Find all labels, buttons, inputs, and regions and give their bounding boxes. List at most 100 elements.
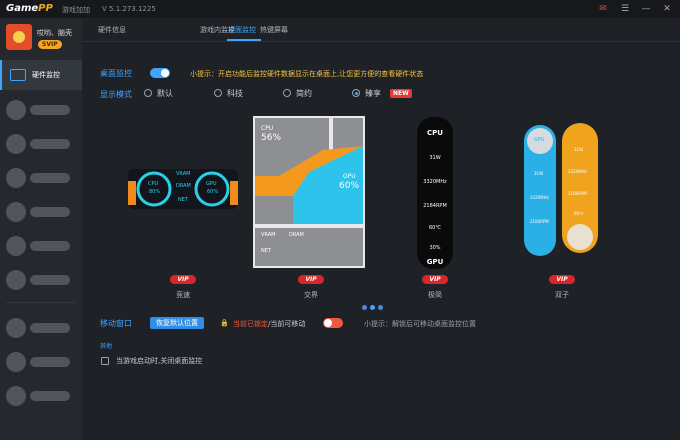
user-profile[interactable]: 哎哟、脑壳 SVIP [4, 22, 78, 52]
sidebar-item-placeholder[interactable] [6, 100, 76, 120]
close-on-game-start-label: 当游戏启动时,关闭桌面监控 [116, 357, 203, 365]
p1-net: NET [178, 197, 189, 203]
tab-bar: 硬件信息 桌面监控 游戏内监控 热键屏幕 [82, 18, 680, 42]
preview-twins[interactable]: GPU 31W 3320MHz 2184RPM 31W 3320MHz 2184… [524, 123, 598, 256]
p3-usage: 30% [429, 245, 441, 251]
p1-cpu-label: CPU [148, 181, 159, 187]
p2-dram: DRAM [289, 232, 304, 238]
radio-tech[interactable] [214, 89, 222, 97]
p4-right-fan: 2184RPM [568, 191, 587, 196]
sidebar: 哎哟、脑壳 SVIP 硬件监控 [0, 18, 82, 440]
radio-premium-label: 臻享 [365, 89, 381, 98]
p4-left-power: 31W [534, 171, 543, 176]
desktop-monitor-tip: 小提示：开启功能后监控硬件数据显示在桌面上,让您更方便的查看硬件状态 [190, 70, 424, 78]
vip-badge: VIP [549, 275, 575, 284]
mail-icon[interactable]: ✉ [598, 4, 608, 14]
carousel-dot-active[interactable] [370, 305, 375, 310]
preview-twins-name: 双子 [555, 291, 569, 299]
radio-tech-label: 科技 [227, 89, 243, 98]
sidebar-item-label: 硬件监控 [32, 71, 60, 79]
vip-badge: VIP [298, 275, 324, 284]
lock-icon: 🔒 [220, 319, 229, 327]
preview-racing[interactable]: CPU 80% GPU 60% VRAM DRAM NET [128, 163, 238, 215]
radio-simple-label: 简约 [296, 89, 312, 98]
tab-ingame-monitor[interactable]: 游戏内监控 [200, 25, 235, 35]
p1-cpu-value: 80% [149, 189, 160, 195]
close-on-game-start-checkbox[interactable] [101, 357, 109, 365]
p1-dram: DRAM [176, 183, 191, 189]
app-logo: GamePP [6, 3, 53, 14]
app-version: V 5.1.273.1225 [102, 5, 156, 13]
carousel-dot[interactable] [378, 305, 383, 310]
preview-minimal[interactable]: CPU 31W 3320MHz 2184RPM 60℃ 30% GPU [417, 117, 453, 269]
menu-icon[interactable]: ☰ [620, 4, 630, 14]
sidebar-item-hardware-monitor[interactable]: 硬件监控 [0, 60, 82, 90]
p3-temp: 60℃ [429, 225, 441, 231]
svip-badge: SVIP [38, 40, 62, 49]
preview-racing-name: 竞速 [176, 291, 190, 299]
preview-boundary-name: 交界 [304, 291, 318, 299]
desktop-monitor-toggle[interactable] [150, 68, 170, 78]
move-window-label: 移动窗口 [100, 319, 132, 328]
radio-premium[interactable] [352, 89, 360, 97]
lock-status: 当前已锁定/当前可移动 [233, 320, 306, 328]
p4-right-clock: 3320MHz [568, 169, 587, 174]
p2-cpu-label: CPU [261, 125, 273, 132]
tab-hotkey-screen[interactable]: 热键屏幕 [260, 25, 288, 35]
vip-badge: VIP [170, 275, 196, 284]
p3-clock: 3320MHz [423, 179, 447, 185]
radio-simple[interactable] [283, 89, 291, 97]
lock-toggle[interactable] [323, 318, 343, 328]
monitor-icon [10, 69, 26, 81]
p3-cpu-label: CPU [427, 129, 443, 137]
user-name: 哎哟、脑壳 [37, 29, 72, 37]
tab-hardware-info[interactable]: 硬件信息 [98, 25, 126, 35]
preview-minimal-name: 极简 [428, 291, 442, 299]
radio-default-label: 默认 [157, 89, 173, 98]
sidebar-item-placeholder[interactable] [6, 236, 76, 256]
sidebar-item-placeholder[interactable] [6, 386, 76, 406]
preview-racing-graphic: CPU 80% GPU 60% VRAM DRAM NET [128, 169, 238, 209]
p3-power: 31W [429, 155, 441, 161]
sidebar-item-placeholder[interactable] [6, 318, 76, 338]
sidebar-item-placeholder[interactable] [6, 134, 76, 154]
p4-right-temp: 60℃ [574, 211, 584, 216]
sidebar-item-placeholder[interactable] [6, 352, 76, 372]
p1-gpu-value: 60% [207, 189, 218, 195]
new-badge: NEW [390, 89, 412, 98]
preview-boundary-graphic: CPU 56% GPU 60% VRAM DRAM NET [253, 116, 365, 268]
p1-gpu-label: GPU [206, 181, 217, 187]
p4-left-clock: 3320MHz [530, 195, 549, 200]
carousel-dot[interactable] [362, 305, 367, 310]
sidebar-item-placeholder[interactable] [6, 168, 76, 188]
p3-gpu-label: GPU [426, 258, 444, 266]
sidebar-item-placeholder[interactable] [6, 270, 76, 290]
p1-vram: VRAM [176, 171, 190, 177]
display-mode-label: 显示模式 [100, 90, 132, 99]
desktop-monitor-label: 桌面监控 [100, 69, 132, 78]
other-label: 其他 [100, 343, 113, 350]
p4-right-power: 31W [574, 147, 583, 152]
app-subtitle: 游戏加加 [62, 6, 90, 14]
avatar [6, 24, 32, 50]
p2-gpu-label: GPU [343, 173, 356, 180]
p2-gpu-value: 60% [339, 181, 359, 191]
p3-fan: 2184RPM [423, 203, 447, 209]
p4-gpu-label: GPU [534, 137, 545, 143]
minimize-icon[interactable]: — [641, 4, 651, 14]
radio-default[interactable] [144, 89, 152, 97]
move-window-tip: 小提示：解锁后可移动桌面监控位置 [364, 320, 476, 328]
p2-net: NET [261, 248, 272, 254]
sidebar-item-placeholder[interactable] [6, 202, 76, 222]
p4-left-fan: 2184RPM [530, 219, 549, 224]
preview-twins-graphic: GPU 31W 3320MHz 2184RPM 31W 3320MHz 2184… [524, 123, 598, 256]
sidebar-divider [6, 302, 76, 303]
preview-boundary[interactable]: CPU 56% GPU 60% VRAM DRAM NET [253, 116, 365, 268]
tab-active-indicator [227, 39, 261, 41]
reset-position-button[interactable]: 恢复默认位置 [150, 317, 204, 329]
close-icon[interactable]: ✕ [662, 4, 672, 14]
vip-badge: VIP [422, 275, 448, 284]
p2-cpu-value: 56% [261, 133, 281, 143]
title-bar: GamePP 游戏加加 V 5.1.273.1225 ✉ ☰ — ✕ [0, 0, 680, 18]
p2-vram: VRAM [261, 232, 275, 238]
